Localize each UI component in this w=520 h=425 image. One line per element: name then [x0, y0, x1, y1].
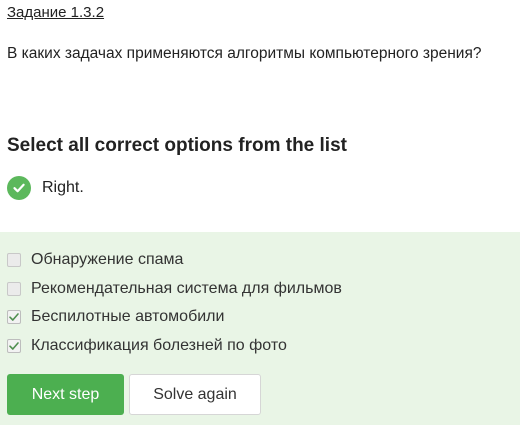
option-label: Беспилотные автомобили	[31, 308, 225, 325]
option-4[interactable]: Классификация болезней по фото	[7, 336, 287, 356]
question-text: В каких задачах применяются алгоритмы ко…	[7, 45, 482, 62]
next-step-button[interactable]: Next step	[7, 374, 124, 415]
instruction-heading: Select all correct options from the list	[7, 135, 347, 156]
option-label: Обнаружение спама	[31, 251, 184, 268]
option-1[interactable]: Обнаружение спама	[7, 250, 183, 270]
option-checkbox[interactable]	[7, 339, 21, 353]
option-label: Рекомендательная система для фильмов	[31, 280, 342, 297]
option-2[interactable]: Рекомендательная система для фильмов	[7, 279, 342, 299]
option-checkbox[interactable]	[7, 282, 21, 296]
result-text: Right.	[42, 179, 84, 196]
task-link[interactable]: Задание 1.3.2	[7, 4, 104, 21]
option-label: Классификация болезней по фото	[31, 337, 287, 354]
option-checkbox[interactable]	[7, 253, 21, 267]
checkmark-circle-icon	[7, 176, 31, 200]
result-status: Right.	[7, 176, 84, 200]
option-checkbox[interactable]	[7, 310, 21, 324]
option-3[interactable]: Беспилотные автомобили	[7, 307, 224, 327]
solve-again-button[interactable]: Solve again	[129, 374, 261, 415]
